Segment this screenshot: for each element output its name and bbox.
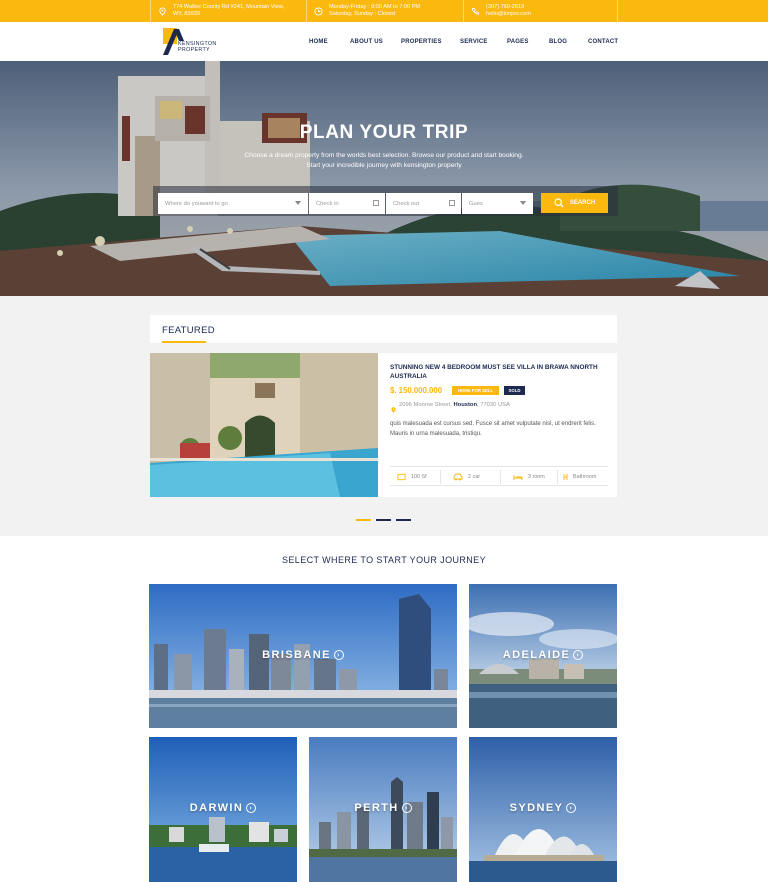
calendar-icon bbox=[373, 200, 379, 206]
stat-divider bbox=[440, 470, 441, 484]
stat-bath: Bathroom bbox=[563, 467, 596, 487]
city-label-brisbane: BRISBANE › bbox=[149, 649, 457, 661]
city-card-darwin[interactable]: DARWIN › bbox=[149, 737, 297, 882]
villa-pool-scene-image bbox=[0, 61, 768, 296]
featured-heading-underline bbox=[162, 341, 206, 343]
property-price: $. 150.000.000 bbox=[390, 386, 443, 395]
nav-blog[interactable]: BLOG bbox=[549, 39, 567, 45]
city-card-adelaide[interactable]: ADELAIDE › bbox=[469, 584, 617, 728]
address-line-2: WY, 83939 bbox=[173, 11, 200, 17]
featured-heading-box bbox=[150, 315, 617, 343]
stat-room-value: 3 room bbox=[528, 474, 545, 480]
city-card-brisbane[interactable]: BRISBANE › bbox=[149, 584, 457, 728]
brand-line-2: PROPERTY bbox=[178, 47, 210, 53]
calendar-icon bbox=[449, 200, 455, 206]
address-line-1: 774 Walker County Rd #241, Mountain View… bbox=[173, 4, 285, 10]
top-info-bar: 774 Walker County Rd #241, Mountain View… bbox=[0, 0, 768, 22]
bathroom-icon bbox=[563, 474, 568, 480]
property-description: quis malesuada est cursus sed. Fusce sit… bbox=[390, 421, 596, 437]
stat-room: 3 room bbox=[513, 467, 545, 487]
city-label-perth: PERTH › bbox=[309, 802, 457, 814]
property-stats: 100 Sf 2 car 3 room Bathroom bbox=[390, 466, 608, 486]
stat-car-value: 2 car bbox=[468, 474, 480, 480]
phone-icon bbox=[464, 7, 486, 16]
hours-info: Monday-Friday : 9:00 AM to 7:00 PM Saturd… bbox=[306, 0, 463, 22]
nav-home[interactable]: HOME bbox=[309, 39, 328, 45]
email-address[interactable]: hello@tonjoo.com bbox=[486, 11, 531, 18]
guests-placeholder: Gues bbox=[469, 200, 483, 207]
address-info: 774 Walker County Rd #241, Mountain View… bbox=[150, 0, 306, 22]
home-for-sell-badge: HOME FOR SELL bbox=[452, 386, 499, 395]
stat-divider bbox=[500, 470, 501, 484]
hero-subtitle-line-1: Choose a dream property from the worlds … bbox=[244, 152, 524, 159]
city-name: DARWIN bbox=[189, 802, 244, 814]
arrow-right-circle-icon: › bbox=[566, 803, 577, 813]
nav-pages[interactable]: PAGES bbox=[507, 39, 529, 45]
stat-car: 2 car bbox=[453, 467, 480, 487]
address-street: 2096 Monroe Street, bbox=[399, 402, 452, 408]
sold-badge: SOLD bbox=[504, 386, 525, 395]
city-name: ADELAIDE bbox=[502, 649, 571, 661]
hours-line-2: Saturday, Sunday : Closed bbox=[329, 11, 396, 17]
checkout-placeholder: Check out bbox=[393, 200, 420, 207]
stat-area: 100 Sf bbox=[397, 467, 427, 487]
city-name: BRISBANE bbox=[262, 649, 331, 661]
city-name: PERTH bbox=[354, 802, 399, 814]
phone-number[interactable]: (307) 760-2619 bbox=[486, 4, 531, 11]
stat-area-value: 100 Sf bbox=[411, 474, 427, 480]
car-icon bbox=[453, 473, 463, 481]
nav-properties[interactable]: PROPERTIES bbox=[401, 39, 442, 45]
slider-dot-1[interactable] bbox=[356, 519, 371, 521]
property-title[interactable]: STUNNING NEW 4 BEDROOM MUST SEE VILLA IN… bbox=[390, 363, 610, 381]
destination-select[interactable]: Where do youwant to go bbox=[158, 193, 308, 214]
search-button[interactable]: SEARCH bbox=[541, 193, 608, 213]
city-label-sydney: SYDNEY › bbox=[469, 802, 617, 814]
city-card-perth[interactable]: PERTH › bbox=[309, 737, 457, 882]
search-icon bbox=[554, 198, 564, 208]
brand-name[interactable]: KENSINGTON PROPERTY bbox=[178, 41, 217, 53]
location-pin-icon bbox=[390, 401, 397, 419]
nav-contact[interactable]: CONTACT bbox=[588, 39, 618, 45]
checkout-field[interactable]: Check out bbox=[386, 193, 461, 214]
caret-down-icon bbox=[295, 201, 301, 205]
city-name: SYDNEY bbox=[509, 802, 564, 814]
clock-icon bbox=[307, 6, 329, 16]
arrow-right-circle-icon: › bbox=[333, 650, 344, 660]
guests-select[interactable]: Gues bbox=[462, 193, 533, 214]
destination-placeholder: Where do youwant to go bbox=[165, 200, 228, 207]
caret-down-icon bbox=[520, 201, 526, 205]
featured-heading: FEATURED bbox=[162, 325, 215, 336]
nav-service[interactable]: SERVICE bbox=[460, 39, 488, 45]
hours-line-1: Monday-Friday : 9:00 AM to 7:00 PM bbox=[329, 4, 421, 10]
property-address: 2096 Monroe Street, Houston, 77030 USA bbox=[399, 402, 510, 408]
search-button-label: SEARCH bbox=[569, 200, 596, 206]
area-icon bbox=[397, 473, 406, 481]
bed-icon bbox=[513, 474, 523, 480]
site-header: KENSINGTON PROPERTY HOME ABOUT US PROPER… bbox=[0, 22, 768, 61]
hero-banner: PLAN YOUR TRIP Choose a dream property f… bbox=[0, 61, 768, 296]
stat-bath-value: Bathroom bbox=[573, 474, 597, 480]
stat-divider bbox=[557, 470, 558, 484]
hero-title: PLAN YOUR TRIP bbox=[299, 122, 469, 143]
arrow-right-circle-icon: › bbox=[401, 803, 412, 813]
city-label-darwin: DARWIN › bbox=[149, 802, 297, 814]
address-city: Houston bbox=[453, 402, 477, 408]
location-pin-icon bbox=[151, 6, 173, 16]
city-card-sydney[interactable]: SYDNEY › bbox=[469, 737, 617, 882]
address-zip: , 77030 USA bbox=[477, 402, 510, 408]
slider-dot-3[interactable] bbox=[396, 519, 411, 521]
slider-dot-2[interactable] bbox=[376, 519, 391, 521]
hero-subtitle-line-2: Start your incredible journey with kensi… bbox=[306, 162, 462, 169]
featured-property-image[interactable] bbox=[150, 353, 378, 497]
nav-about-us[interactable]: ABOUT US bbox=[350, 39, 383, 45]
destinations-heading: SELECT WHERE TO START YOUR JOURNEY bbox=[282, 555, 486, 565]
checkin-placeholder: Check in bbox=[316, 200, 339, 207]
arrow-right-circle-icon: › bbox=[573, 650, 584, 660]
city-label-adelaide: ADELAIDE › bbox=[469, 649, 617, 661]
checkin-field[interactable]: Check in bbox=[309, 193, 385, 214]
contact-info: (307) 760-2619 hello@tonjoo.com bbox=[463, 0, 618, 22]
arrow-right-circle-icon: › bbox=[246, 803, 257, 813]
